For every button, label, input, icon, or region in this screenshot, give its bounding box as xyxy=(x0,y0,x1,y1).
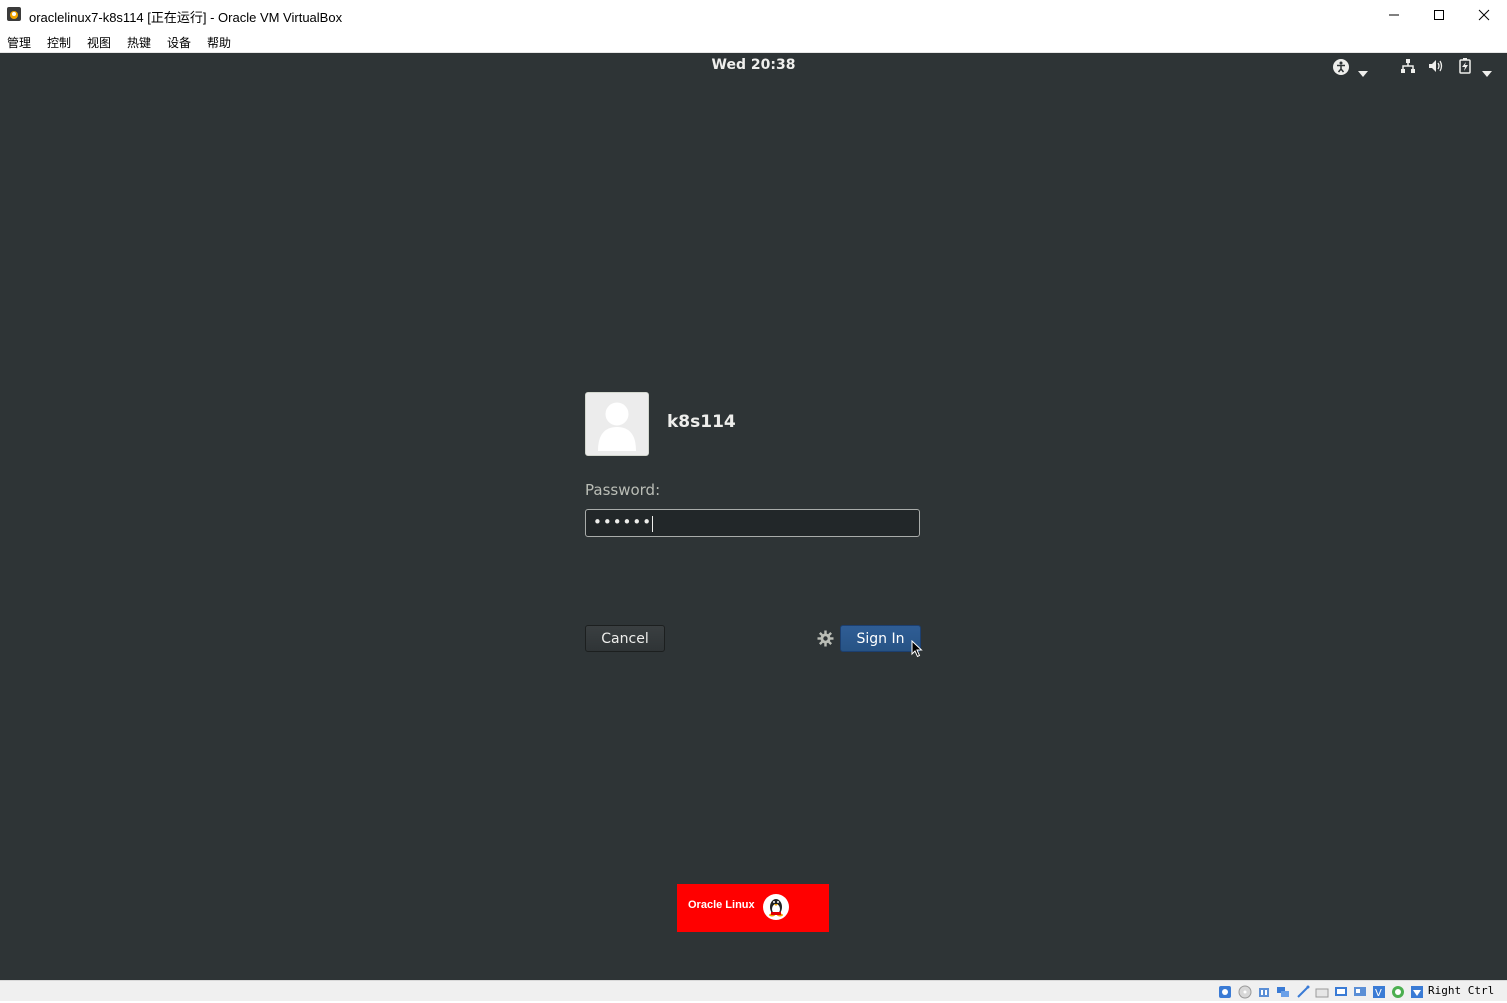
video-capture-icon[interactable] xyxy=(1353,984,1367,998)
optical-drive-icon[interactable] xyxy=(1238,984,1252,999)
window-title: oraclelinux7-k8s114 [正在运行] - Oracle VM V… xyxy=(29,10,343,25)
menu-help[interactable]: 帮助 xyxy=(207,34,231,51)
password-label: Password: xyxy=(585,481,661,499)
mouse-pointer-icon xyxy=(911,639,923,662)
battery-icon[interactable] xyxy=(1458,58,1472,78)
minimize-button[interactable] xyxy=(1371,0,1417,30)
text-caret xyxy=(652,516,653,532)
close-icon xyxy=(1478,6,1490,25)
password-input[interactable]: •••••• xyxy=(585,509,920,537)
cancel-button[interactable]: Cancel xyxy=(585,625,665,652)
maximize-icon xyxy=(1433,6,1445,25)
hard-disk-icon[interactable] xyxy=(1218,984,1232,998)
display-icon[interactable] xyxy=(1334,984,1348,998)
usb-icon[interactable] xyxy=(1296,984,1310,998)
username-label: k8s114 xyxy=(667,412,736,432)
keyboard-capture-icon[interactable] xyxy=(1410,984,1424,998)
host-key-label: Right Ctrl xyxy=(1428,984,1495,997)
shared-folders-icon[interactable] xyxy=(1315,984,1329,998)
menu-control[interactable]: 控制 xyxy=(47,34,71,51)
tux-penguin-icon xyxy=(762,893,790,925)
user-silhouette-icon xyxy=(586,393,648,455)
menu-view[interactable]: 视图 xyxy=(87,34,111,51)
gear-icon[interactable] xyxy=(817,630,834,651)
close-button[interactable] xyxy=(1461,0,1507,30)
menu-hotkeys[interactable]: 热键 xyxy=(127,34,151,51)
vm-display[interactable]: Wed 20:38 k8s114 Password: •••••• Cancel… xyxy=(0,53,1507,980)
network-adapter-icon[interactable] xyxy=(1276,984,1290,998)
accessibility-dropdown-icon[interactable] xyxy=(1358,62,1368,81)
svg-text:V: V xyxy=(1375,988,1382,999)
clock[interactable]: Wed 20:38 xyxy=(0,57,1507,73)
sign-in-button[interactable]: Sign In xyxy=(840,625,921,652)
menu-bar: 管理 控制 视图 热键 设备 帮助 xyxy=(0,30,1507,53)
window-titlebar[interactable]: oraclelinux7-k8s114 [正在运行] - Oracle VM V… xyxy=(0,0,1507,30)
maximize-button[interactable] xyxy=(1416,0,1462,30)
vm-status-bar: V Right Ctrl xyxy=(0,980,1507,1001)
audio-icon[interactable] xyxy=(1257,984,1271,998)
network-icon[interactable] xyxy=(1400,58,1416,78)
mouse-integration-icon[interactable] xyxy=(1391,984,1405,998)
oracle-linux-logo: Oracle Linux xyxy=(677,884,829,932)
user-avatar[interactable] xyxy=(585,392,649,456)
system-menu-dropdown-icon[interactable] xyxy=(1482,62,1492,81)
accessibility-icon[interactable] xyxy=(1332,58,1350,80)
virtualization-icon[interactable]: V xyxy=(1372,984,1386,999)
volume-icon[interactable] xyxy=(1428,58,1444,78)
menu-devices[interactable]: 设备 xyxy=(167,34,191,51)
logo-text: Oracle Linux xyxy=(688,899,755,911)
password-value: •••••• xyxy=(593,513,653,531)
virtualbox-app-icon xyxy=(6,6,22,22)
minimize-icon xyxy=(1388,6,1400,25)
menu-manage[interactable]: 管理 xyxy=(7,34,31,51)
